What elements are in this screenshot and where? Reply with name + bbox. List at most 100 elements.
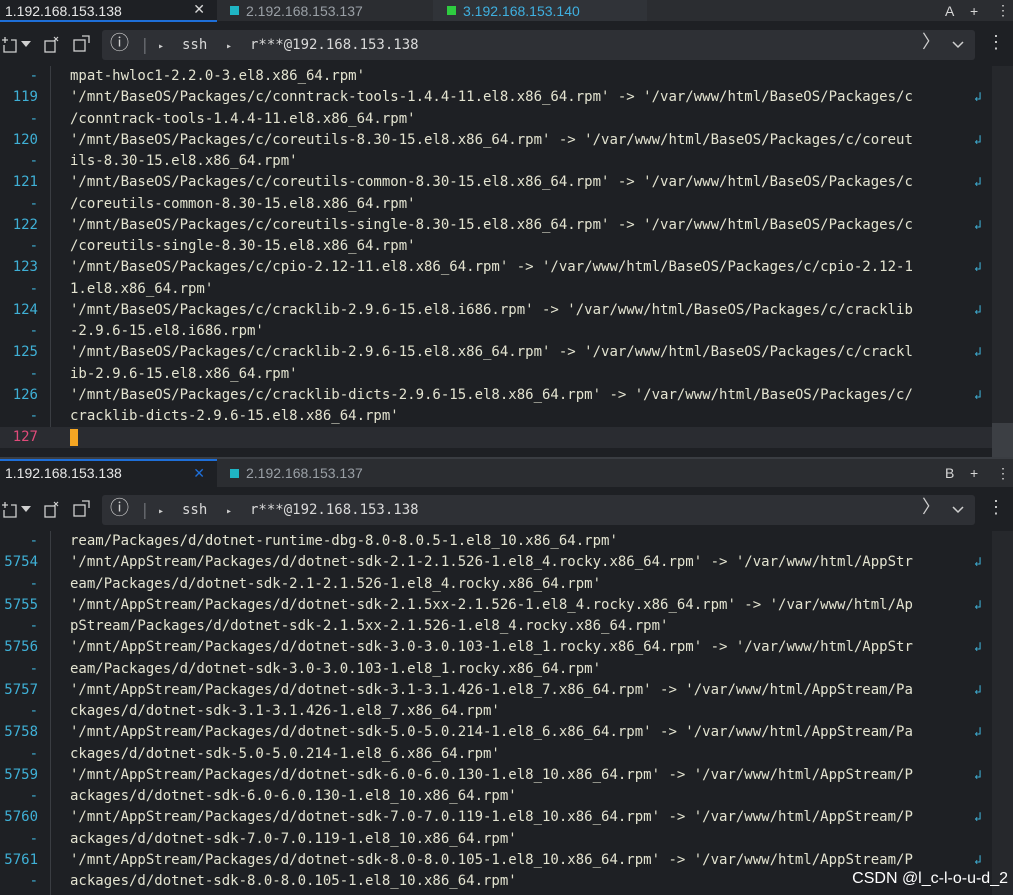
terminal-line[interactable]: 5761 '/mnt/AppStream/Packages/d/dotnet-sd…: [0, 850, 1013, 871]
prompt-line[interactable]: 127: [0, 427, 1013, 448]
active-tab-indicator: [0, 459, 217, 461]
wrap-line-icon: ↲: [974, 132, 982, 148]
reconnect-icon[interactable]: [73, 35, 91, 53]
line-number: -: [29, 323, 38, 339]
more-menu-icon[interactable]: ⋮: [996, 459, 1010, 487]
terminal-line[interactable]: - ils-8.30-15.el8.x86_64.rpm': [0, 151, 1013, 172]
more-menu-icon[interactable]: ⋮: [987, 34, 1005, 52]
duplicate-icon[interactable]: [44, 501, 60, 519]
terminal-line[interactable]: 5755 '/mnt/AppStream/Packages/d/dotnet-sd…: [0, 595, 1013, 616]
tab-session-2[interactable]: 2.192.168.153.137: [218, 459, 432, 487]
wrap-line-icon: ↲: [974, 597, 982, 613]
terminal-line[interactable]: 5756 '/mnt/AppStream/Packages/d/dotnet-sd…: [0, 637, 1013, 658]
pane-letter: A: [945, 2, 955, 19]
terminal-line[interactable]: 125 '/mnt/BaseOS/Packages/c/cracklib-2.9.…: [0, 342, 1013, 363]
protocol-label: ssh: [182, 502, 208, 518]
wrap-line-icon: ↲: [974, 640, 982, 656]
terminal-line[interactable]: 5757 '/mnt/AppStream/Packages/d/dotnet-sd…: [0, 680, 1013, 701]
wrap-line-icon: ↲: [974, 555, 982, 571]
caret-right-icon: ▸: [158, 41, 165, 52]
terminal-line[interactable]: 121 '/mnt/BaseOS/Packages/c/coreutils-com…: [0, 172, 1013, 193]
line-number: 122: [12, 216, 38, 233]
wrap-line-icon: ↲: [974, 217, 982, 233]
chevron-down-icon[interactable]: [21, 506, 31, 514]
line-text: '/mnt/BaseOS/Packages/c/cracklib-dicts-2…: [70, 386, 913, 403]
terminal-line[interactable]: 123 '/mnt/BaseOS/Packages/c/cpio-2.12-11.…: [0, 257, 1013, 278]
terminal-line[interactable]: - cracklib-dicts-2.9.6-15.el8.x86_64.rpm': [0, 406, 1013, 427]
new-tab-icon[interactable]: [2, 501, 18, 519]
chevron-down-icon[interactable]: [952, 506, 964, 514]
more-menu-icon[interactable]: ⋮: [996, 0, 1010, 21]
terminal-line[interactable]: - eam/Packages/d/dotnet-sdk-2.1-2.1.526-1…: [0, 574, 1013, 595]
terminal-line[interactable]: 124 '/mnt/BaseOS/Packages/c/cracklib-2.9.…: [0, 300, 1013, 321]
line-text: ib-2.9.6-15.el8.x86_64.rpm': [70, 365, 298, 382]
terminal-line[interactable]: 5759 '/mnt/AppStream/Packages/d/dotnet-sd…: [0, 765, 1013, 786]
line-text: /coreutils-single-8.30-15.el8.x86_64.rpm…: [70, 238, 416, 254]
tab-session-1[interactable]: 1.192.168.153.138 ✕: [0, 459, 217, 487]
line-number: 127: [12, 429, 38, 445]
line-text: 1.el8.x86_64.rpm': [70, 280, 214, 297]
terminal-line[interactable]: - /coreutils-common-8.30-15.el8.x86_64.rp…: [0, 194, 1013, 215]
terminal-line[interactable]: 120 '/mnt/BaseOS/Packages/c/coreutils-8.3…: [0, 130, 1013, 151]
scrollbar-thumb[interactable]: [992, 423, 1013, 457]
terminal-line[interactable]: 122 '/mnt/BaseOS/Packages/c/coreutils-sin…: [0, 215, 1013, 236]
more-menu-icon[interactable]: ⋮: [987, 499, 1005, 517]
terminal-output[interactable]: - ream/Packages/d/dotnet-runtime-dbg-8.0-…: [0, 531, 1013, 895]
tab-session-3[interactable]: 3.192.168.153.140: [433, 0, 647, 21]
line-text: ream/Packages/d/dotnet-runtime-dbg-8.0-8…: [70, 533, 618, 549]
terminal-line[interactable]: - ckages/d/dotnet-sdk-3.1-3.1.426-1.el8_7…: [0, 701, 1013, 722]
line-number: -: [29, 575, 38, 592]
chevron-down-icon[interactable]: [21, 41, 31, 49]
reconnect-icon[interactable]: [73, 500, 91, 518]
line-text: '/mnt/AppStream/Packages/d/dotnet-sdk-3.…: [70, 681, 913, 698]
terminal-line[interactable]: - /conntrack-tools-1.4.4-11.el8.x86_64.rp…: [0, 109, 1013, 130]
tab-bar: 1.192.168.153.138 ✕ 2.192.168.153.137 3.…: [0, 0, 1013, 22]
terminal-line[interactable]: 119 '/mnt/BaseOS/Packages/c/conntrack-too…: [0, 87, 1013, 108]
line-text: /coreutils-common-8.30-15.el8.x86_64.rpm…: [70, 195, 416, 212]
chevron-right-icon[interactable]: 〉: [922, 34, 940, 52]
terminal-line[interactable]: 5758 '/mnt/AppStream/Packages/d/dotnet-sd…: [0, 722, 1013, 743]
chevron-down-icon[interactable]: [952, 41, 964, 49]
terminal-line[interactable]: - pStream/Packages/d/dotnet-sdk-2.1.5xx-2…: [0, 616, 1013, 637]
line-text: mpat-hwloc1-2.2.0-3.el8.x86_64.rpm': [70, 68, 366, 84]
terminal-line[interactable]: 5760 '/mnt/AppStream/Packages/d/dotnet-sd…: [0, 807, 1013, 828]
add-tab-button[interactable]: +: [970, 459, 978, 487]
terminal-line[interactable]: - mpat-hwloc1-2.2.0-3.el8.x86_64.rpm': [0, 66, 1013, 87]
line-text: '/mnt/AppStream/Packages/d/dotnet-sdk-2.…: [70, 596, 913, 613]
new-tab-icon[interactable]: [2, 36, 18, 54]
terminal-line[interactable]: - ackages/d/dotnet-sdk-6.0-6.0.130-1.el8_…: [0, 786, 1013, 807]
line-text: '/mnt/BaseOS/Packages/c/coreutils-common…: [70, 174, 913, 191]
terminal-line[interactable]: - /coreutils-single-8.30-15.el8.x86_64.rp…: [0, 236, 1013, 257]
add-tab-button[interactable]: +: [970, 0, 978, 21]
tab-label: 1.192.168.153.138: [5, 465, 122, 481]
duplicate-icon[interactable]: [44, 36, 60, 54]
terminal-line[interactable]: - ackages/d/dotnet-sdk-7.0-7.0.119-1.el8_…: [0, 829, 1013, 850]
line-number: -: [29, 110, 38, 127]
address-bar[interactable]: ⓘ | ▸ ssh ▸ r***@192.168.153.138 〉: [102, 30, 975, 60]
close-icon[interactable]: ✕: [193, 465, 205, 482]
terminal-line[interactable]: - ckages/d/dotnet-sdk-5.0-5.0.214-1.el8_6…: [0, 744, 1013, 765]
line-number: -: [29, 153, 38, 169]
terminal-line[interactable]: - 1.el8.x86_64.rpm': [0, 279, 1013, 300]
line-text: '/mnt/BaseOS/Packages/c/cracklib-2.9.6-1…: [70, 301, 913, 318]
wrap-line-icon: ↲: [974, 852, 982, 868]
tab-session-1[interactable]: 1.192.168.153.138 ✕: [0, 0, 217, 21]
wrap-line-icon: ↲: [974, 767, 982, 783]
line-text: '/mnt/BaseOS/Packages/c/coreutils-single…: [70, 216, 913, 233]
close-icon[interactable]: ✕: [193, 1, 205, 18]
info-icon[interactable]: ⓘ: [110, 499, 129, 518]
terminal-line[interactable]: 5754 '/mnt/AppStream/Packages/d/dotnet-sd…: [0, 552, 1013, 573]
line-number: 5760: [4, 809, 38, 826]
terminal-line[interactable]: - -2.9.6-15.el8.i686.rpm': [0, 321, 1013, 342]
line-number: 5758: [4, 724, 38, 741]
info-icon[interactable]: ⓘ: [110, 34, 129, 53]
terminal-line[interactable]: - ream/Packages/d/dotnet-runtime-dbg-8.0-…: [0, 531, 1013, 552]
wrap-line-icon: ↲: [974, 810, 982, 826]
terminal-output[interactable]: 127 - mpat-hwloc1-2.2.0-3.el8.x86_64.rpm'…: [0, 66, 1013, 457]
tab-session-2[interactable]: 2.192.168.153.137: [218, 0, 430, 21]
terminal-line[interactable]: 126 '/mnt/BaseOS/Packages/c/cracklib-dict…: [0, 385, 1013, 406]
terminal-line[interactable]: - eam/Packages/d/dotnet-sdk-3.0-3.0.103-1…: [0, 659, 1013, 680]
chevron-right-icon[interactable]: 〉: [922, 499, 940, 517]
address-bar[interactable]: ⓘ | ▸ ssh ▸ r***@192.168.153.138 〉: [102, 495, 975, 525]
terminal-line[interactable]: - ib-2.9.6-15.el8.x86_64.rpm': [0, 364, 1013, 385]
